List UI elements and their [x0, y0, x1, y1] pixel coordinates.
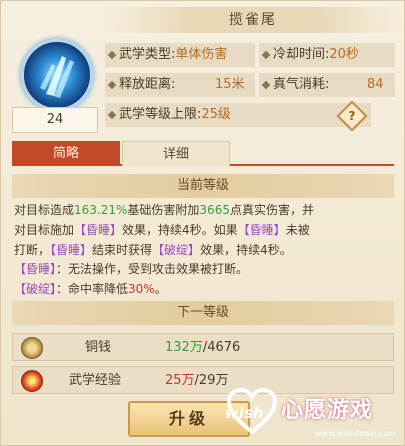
- type-value: 单体伤害: [175, 47, 228, 62]
- watermark-brand: 心愿游戏: [281, 398, 374, 423]
- watermark-wish: wish: [225, 404, 264, 422]
- bullet-icon: [107, 110, 117, 120]
- tab-bar: 简略 详细: [12, 141, 394, 166]
- bullet-icon: [107, 50, 117, 60]
- bullet-icon: [107, 80, 117, 90]
- desc-line: 打断，【昏睡】结束时获得【破绽】效果，持续4秒。: [14, 242, 292, 257]
- skill-level: 24: [12, 107, 98, 133]
- max-level-value: 25级: [201, 107, 231, 122]
- type-label: 武学类型:: [119, 47, 176, 62]
- current-level-heading: 当前等级: [12, 174, 394, 198]
- martial-exp-icon: [21, 370, 43, 392]
- desc-line: 对目标施加【昏睡】效果，持续4秒。如果【昏睡】未被: [14, 222, 310, 237]
- bullet-icon: [261, 80, 271, 90]
- next-level-heading: 下一等级: [12, 301, 394, 325]
- cost-row: 真气消耗: 84: [259, 73, 395, 97]
- cost-value: 84: [367, 77, 384, 92]
- copper-label: 铜钱: [85, 340, 112, 355]
- max-level-label: 武学等级上限:: [119, 107, 202, 122]
- skill-description: 对目标造成163.21%基础伤害附加3665点真实伤害，并 对目标施加【昏睡】效…: [14, 201, 376, 300]
- skill-panel: 揽雀尾 24 武学类型:单体伤害 冷却时间:20秒 释放距离: 15米 真气消耗…: [0, 0, 405, 446]
- blue-blade-icon: [21, 39, 93, 111]
- skill-title: 揽雀尾: [103, 7, 403, 33]
- tab-detail[interactable]: 详细: [122, 141, 230, 166]
- copper-value: 132万/4676: [165, 340, 241, 355]
- range-row: 释放距离: 15米: [105, 73, 255, 97]
- cooldown-label: 冷却时间:: [273, 47, 330, 62]
- range-label: 释放距离:: [119, 77, 176, 92]
- skill-type-row: 武学类型:单体伤害: [105, 43, 255, 67]
- cost-label: 真气消耗:: [273, 77, 330, 92]
- desc-line: 【破绽】：命中率降低30%。: [14, 282, 167, 297]
- cooldown-row: 冷却时间:20秒: [259, 43, 395, 67]
- watermark-url: www.wishdown.com: [315, 429, 396, 438]
- desc-line: 【昏睡】：无法操作，受到攻击效果被打断。: [14, 262, 249, 277]
- watermark: wish 心愿游戏 www.wishdown.com: [219, 384, 405, 446]
- range-value: 15米: [215, 77, 245, 92]
- bullet-icon: [261, 50, 271, 60]
- exp-label: 武学经验: [69, 373, 122, 388]
- desc-line: 对目标造成163.21%基础伤害附加3665点真实伤害，并: [14, 203, 314, 217]
- copper-coin-icon: [21, 337, 43, 359]
- copper-cost-row: 铜钱 132万/4676: [12, 333, 394, 361]
- cooldown-value: 20秒: [329, 47, 359, 62]
- tab-summary[interactable]: 简略: [12, 141, 120, 166]
- max-level-row: 武学等级上限:25级: [105, 103, 371, 127]
